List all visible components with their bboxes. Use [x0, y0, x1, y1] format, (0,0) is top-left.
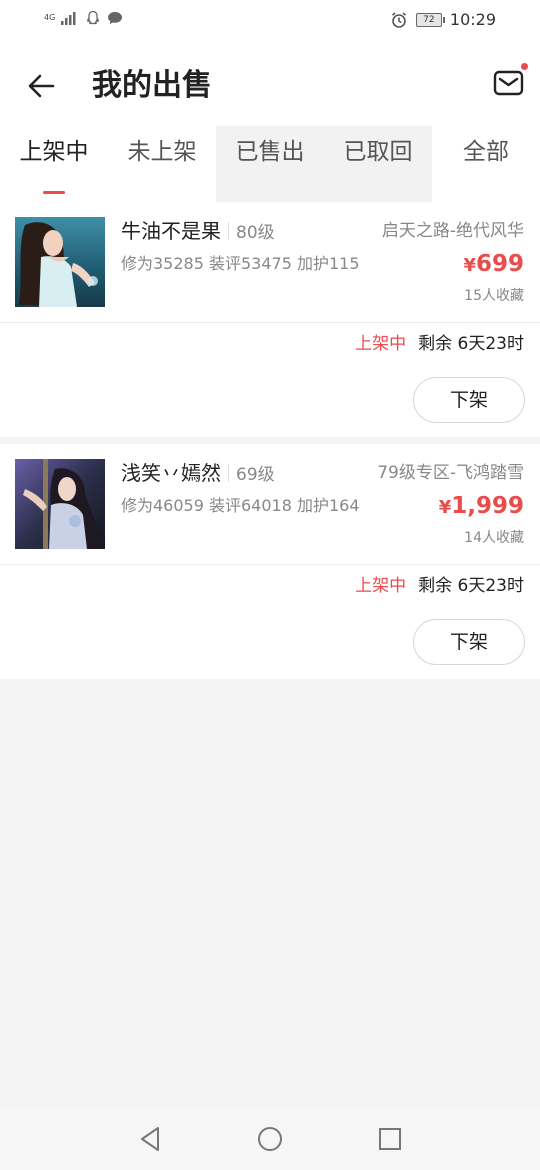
- character-stats: 修为35285 装评53475 加护115: [121, 254, 360, 273]
- page-title: 我的出售: [92, 68, 212, 103]
- tab-bar: 上架中 未上架 已售出 已取回 全部: [0, 126, 540, 202]
- battery-level: 72: [423, 14, 435, 25]
- clock: 10:29: [449, 10, 496, 29]
- circle-home-icon: [258, 1127, 282, 1151]
- network-type: 4G: [44, 13, 56, 22]
- listing-actions: 上架中 剩余 6天23时 下架: [0, 323, 540, 437]
- listing-status: 上架中: [355, 576, 407, 596]
- price: ¥1,999: [439, 488, 524, 526]
- server-name: 79级专区-飞鸿踏雪: [377, 463, 524, 483]
- favorites-count: 14人收藏: [464, 530, 524, 546]
- tab-label: 已取回: [343, 139, 413, 165]
- listing-status-row: 上架中 剩余 6天23时: [355, 571, 524, 601]
- active-tab-indicator: [43, 191, 65, 194]
- battery-icon: 72: [415, 12, 445, 27]
- header: 我的出售: [0, 42, 540, 126]
- back-button[interactable]: [22, 66, 62, 106]
- price: ¥699: [463, 246, 524, 284]
- listing-actions: 上架中 剩余 6天23时 下架: [0, 565, 540, 679]
- delist-button[interactable]: 下架: [413, 377, 525, 423]
- listing-info[interactable]: 牛油不是果 80级 修为35285 装评53475 加护115 启天之路-绝代风华…: [0, 202, 540, 323]
- status-right: 72 10:29: [390, 10, 496, 29]
- mail-icon: [493, 70, 524, 96]
- character-thumbnail: [15, 459, 105, 549]
- character-name: 浅笑丷嫣然: [121, 461, 221, 485]
- currency-symbol: ¥: [438, 497, 452, 518]
- listing-card[interactable]: 牛油不是果 80级 修为35285 装评53475 加护115 启天之路-绝代风华…: [0, 202, 540, 437]
- price-value: 1,999: [451, 493, 524, 519]
- screen: 4G 72 10:29 我的出售 上架中 未上架 已售出 已取回 全部 牛油不是…: [0, 0, 540, 1170]
- nav-recent-button[interactable]: [375, 1124, 405, 1154]
- arrow-left-icon: [28, 74, 55, 98]
- alarm-icon: [391, 11, 406, 28]
- character-thumbnail: [15, 217, 105, 307]
- character-level: 69级: [236, 465, 275, 485]
- message-icon: [108, 11, 123, 24]
- nav-home-button[interactable]: [255, 1124, 285, 1154]
- tab-sold[interactable]: 已售出: [216, 126, 324, 202]
- qq-icon: [87, 10, 100, 25]
- triangle-back-icon: [141, 1127, 159, 1151]
- character-name: 牛油不是果: [121, 219, 221, 243]
- tab-unlisted[interactable]: 未上架: [108, 126, 216, 202]
- listing-card[interactable]: 浅笑丷嫣然 69级 修为46059 装评64018 加护164 79级专区-飞鸿踏…: [0, 444, 540, 679]
- tab-label: 已售出: [235, 139, 305, 165]
- listing-status-row: 上架中 剩余 6天23时: [355, 329, 524, 359]
- notification-dot: [521, 63, 528, 70]
- nav-back-button[interactable]: [136, 1124, 166, 1154]
- mail-button[interactable]: [492, 63, 528, 100]
- currency-symbol: ¥: [463, 255, 476, 276]
- server-name: 启天之路-绝代风华: [381, 221, 524, 241]
- time-remaining: 剩余 6天23时: [418, 334, 524, 354]
- square-recent-icon: [379, 1128, 401, 1150]
- delist-button[interactable]: 下架: [413, 619, 525, 665]
- signal-icon: [61, 12, 76, 25]
- tab-label: 未上架: [127, 139, 197, 165]
- tab-all[interactable]: 全部: [432, 126, 540, 202]
- listing-status: 上架中: [355, 334, 407, 354]
- system-nav-bar: [0, 1110, 540, 1170]
- tab-label: 上架中: [19, 139, 89, 165]
- character-name-row: 浅笑丷嫣然 69级: [121, 458, 275, 490]
- character-name-row: 牛油不是果 80级: [121, 216, 275, 248]
- tab-retrieved[interactable]: 已取回: [324, 126, 432, 202]
- status-left: 4G: [44, 10, 123, 26]
- divider: [228, 222, 229, 240]
- listing-info[interactable]: 浅笑丷嫣然 69级 修为46059 装评64018 加护164 79级专区-飞鸿踏…: [0, 444, 540, 565]
- tab-label: 全部: [463, 139, 509, 165]
- time-remaining: 剩余 6天23时: [418, 576, 524, 596]
- tab-listed[interactable]: 上架中: [0, 126, 108, 202]
- character-stats: 修为46059 装评64018 加护164: [121, 496, 360, 515]
- status-bar: 4G 72 10:29: [0, 0, 540, 42]
- favorites-count: 15人收藏: [464, 288, 524, 304]
- price-value: 699: [475, 251, 524, 277]
- character-level: 80级: [236, 223, 275, 243]
- divider: [228, 464, 229, 482]
